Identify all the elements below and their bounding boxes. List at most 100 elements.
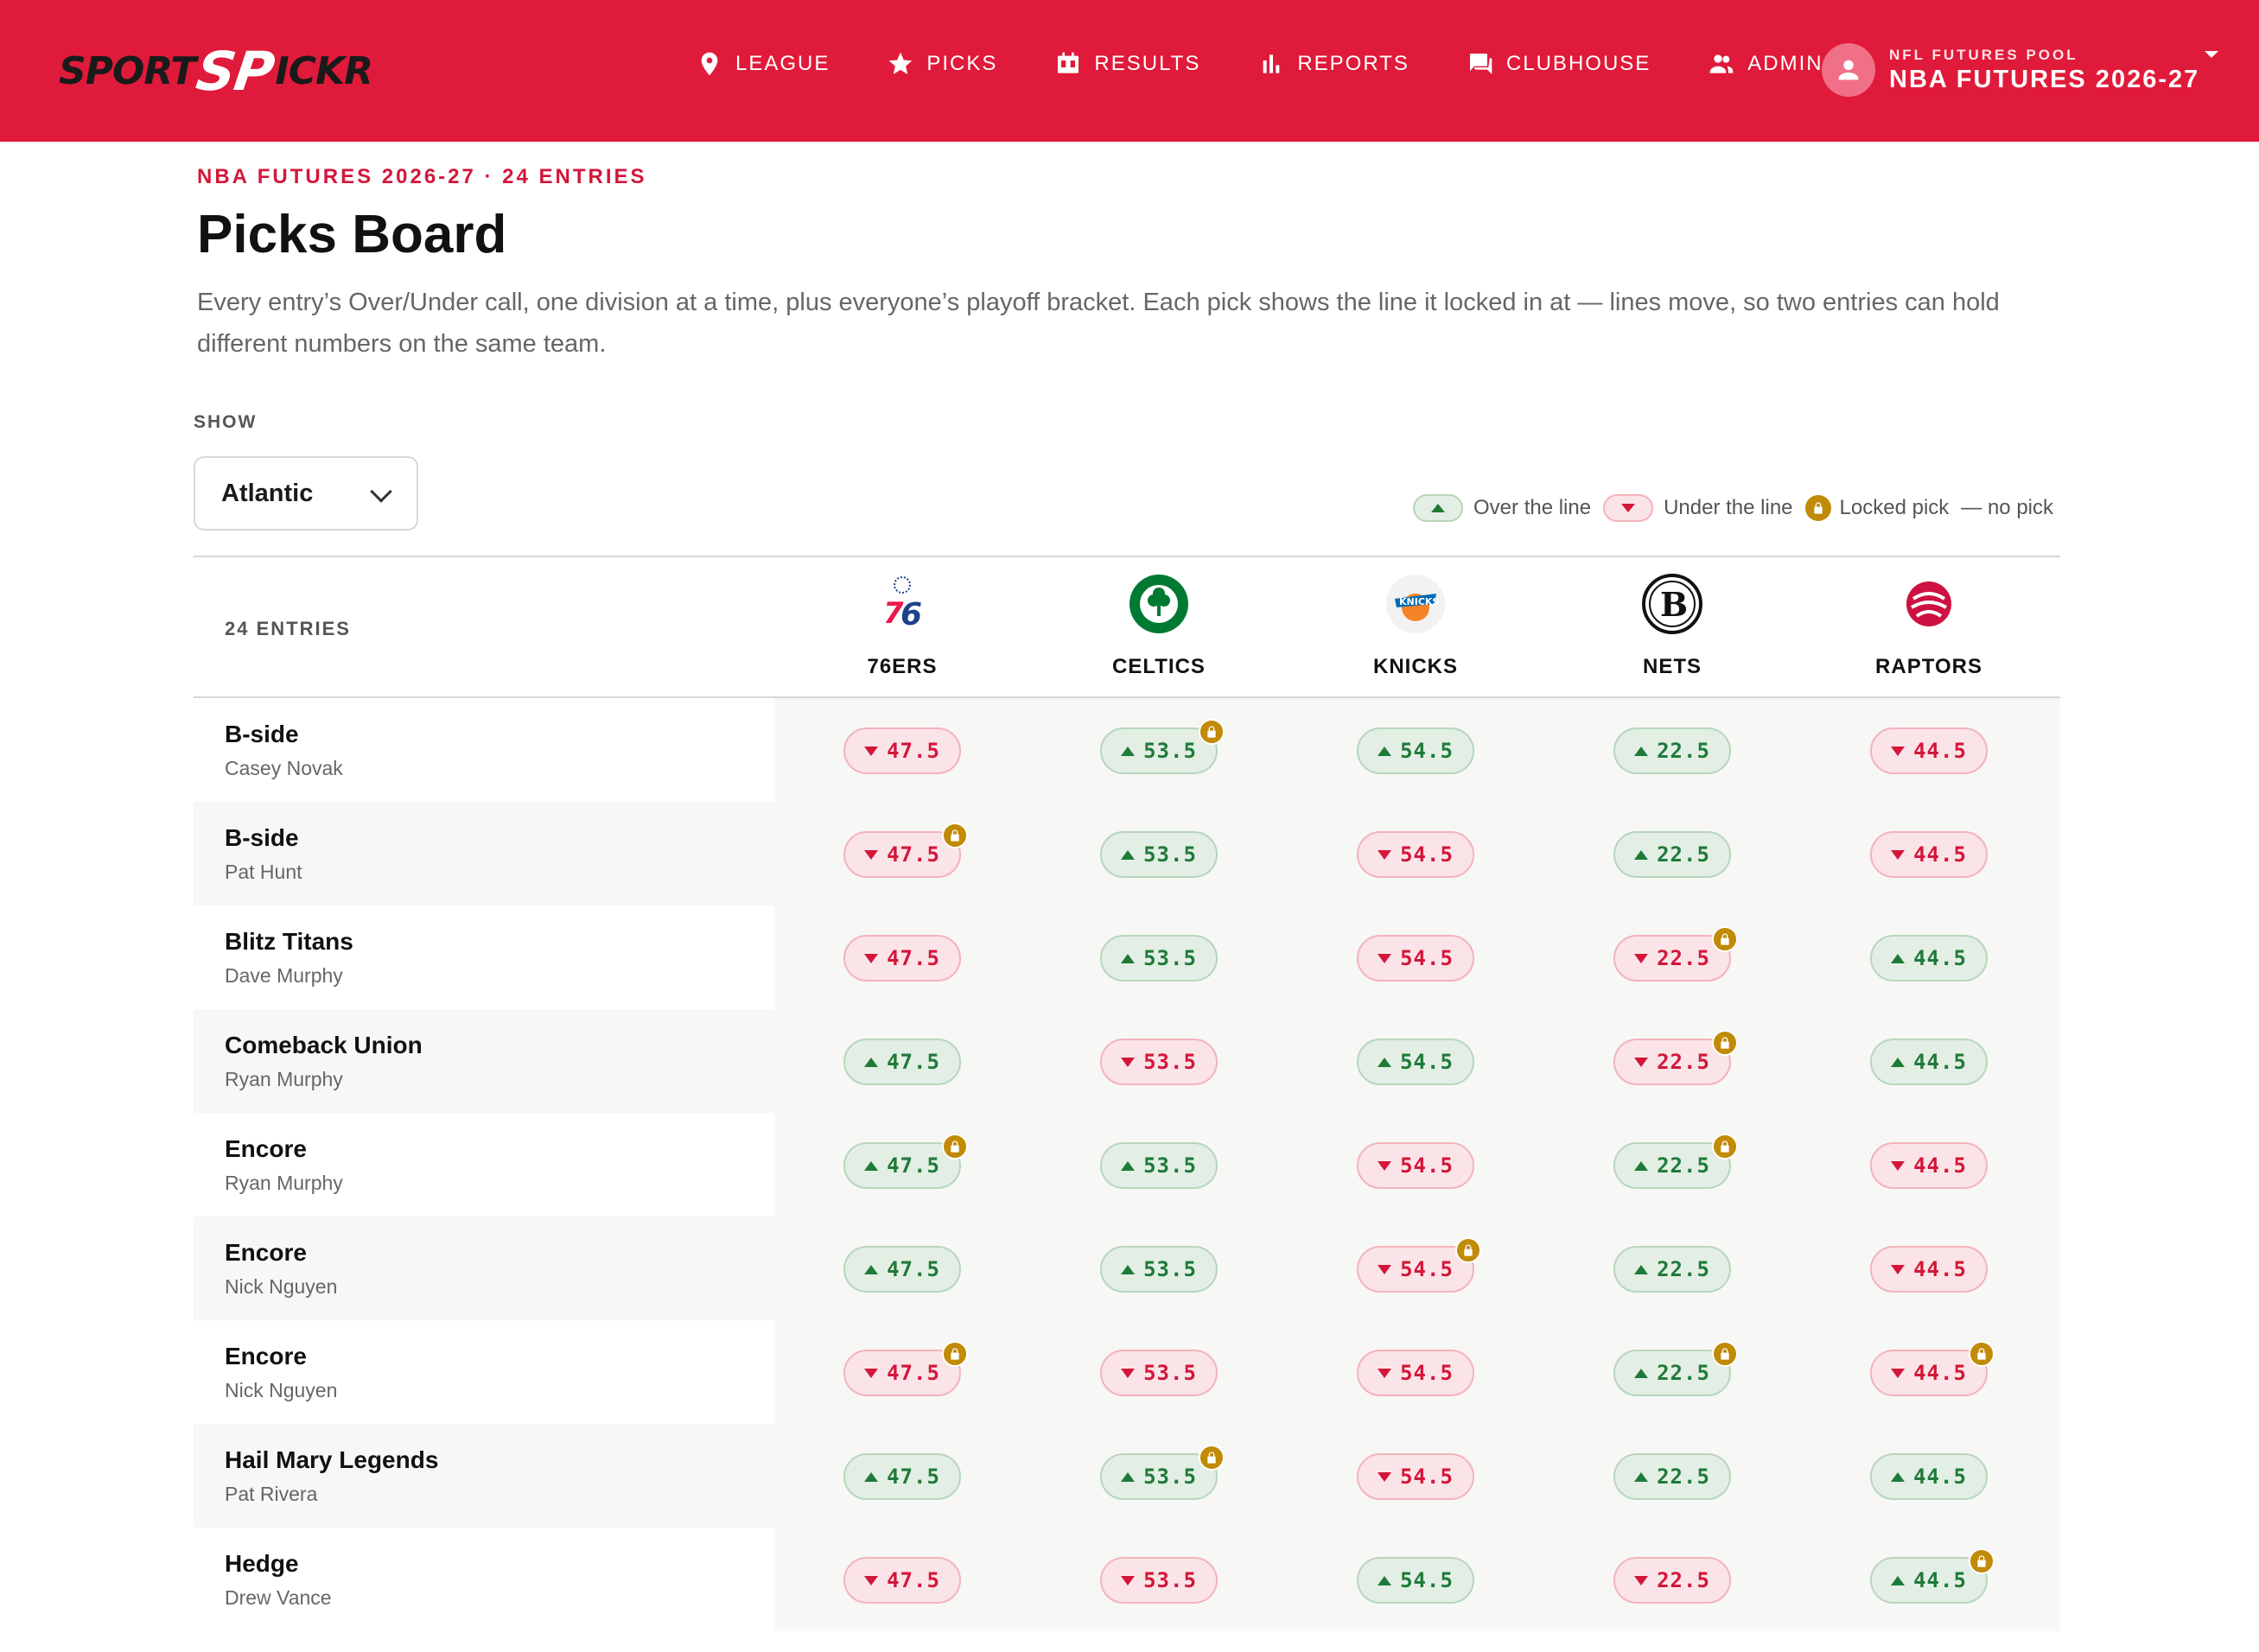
pick-line: 53.5 [1143,1465,1197,1489]
arrow-up-icon [1121,1264,1136,1274]
pick-celtics-under[interactable]: 53.5 [1100,1557,1218,1604]
pick-raptors-over[interactable]: 44.5 [1870,1548,1995,1604]
nav-clubhouse[interactable]: CLUBHOUSE [1467,50,1651,78]
pick-celtics-over[interactable]: 53.5 [1100,831,1218,878]
pick-nets-under[interactable]: 22.5 [1613,1557,1731,1604]
arrow-up-icon [1891,1575,1906,1585]
pick-celtics-under[interactable]: 53.5 [1100,1350,1218,1396]
pool-switcher[interactable]: NFL FUTURES POOL NBA FUTURES 2026-27 [1822,43,2219,97]
pick-line: 44.5 [1913,1568,1967,1592]
pick-76ers-under[interactable]: 47.5 [843,823,968,878]
pick-celtics-over[interactable]: 53.5 [1100,719,1225,774]
nav-reports-label: REPORTS [1297,52,1409,75]
pick-celtics-under[interactable]: 53.5 [1100,1039,1218,1085]
table-row[interactable]: Hail Mary Legends Pat Rivera 47.5 53.5 54.5 2… [194,1424,2060,1528]
arrow-up-icon [1378,746,1392,756]
pick-raptors-under[interactable]: 44.5 [1870,831,1988,878]
lock-icon [1712,1134,1738,1160]
pick-celtics-over[interactable]: 53.5 [1100,1445,1225,1500]
pick-celtics-over[interactable]: 53.5 [1100,1142,1218,1189]
pick-line: 22.5 [1657,842,1710,867]
pick-76ers-under[interactable]: 47.5 [843,728,961,774]
table-row[interactable]: Encore Ryan Murphy 47.5 53.5 54.5 22.5 44.5 [194,1113,2060,1217]
picks-table: 24 ENTRIES 7 6 76ERS CELTICS KNICKS KNIC… [194,556,2060,1631]
team-header-raptors[interactable]: RAPTORS [1801,573,2057,679]
sportspickr-logo[interactable]: SPORT SP ICKR [59,40,373,103]
pick-76ers-under[interactable]: 47.5 [843,1341,968,1396]
table-row[interactable]: Encore Nick Nguyen 47.5 53.5 54.5 22.5 44.5 [194,1217,2060,1320]
pick-knicks-under[interactable]: 54.5 [1357,1142,1474,1189]
pick-nets-over[interactable]: 22.5 [1613,831,1731,878]
table-row[interactable]: B-side Pat Hunt 47.5 53.5 54.5 22.5 44.5 [194,802,2060,905]
under-swatch [1603,494,1654,522]
arrow-up-icon [1121,1471,1136,1482]
pick-line: 54.5 [1400,1361,1454,1385]
pick-knicks-over[interactable]: 54.5 [1357,1557,1474,1604]
pick-raptors-under[interactable]: 44.5 [1870,728,1988,774]
pick-raptors-over[interactable]: 44.5 [1870,1453,1988,1500]
pick-raptors-under[interactable]: 44.5 [1870,1246,1988,1293]
entries-count: 24 ENTRIES [225,618,351,639]
arrow-down-icon [1891,1368,1906,1378]
pick-knicks-under[interactable]: 54.5 [1357,831,1474,878]
pick-nets-over[interactable]: 22.5 [1613,728,1731,774]
pick-raptors-over[interactable]: 44.5 [1870,1039,1988,1085]
knicks-logo-icon: KNICKS [1386,575,1445,633]
page-description: Every entry’s Over/Under call, one divis… [197,289,2000,358]
pick-nets-over[interactable]: 22.5 [1613,1134,1738,1189]
lock-icon [1199,1445,1225,1471]
pick-knicks-under[interactable]: 54.5 [1357,1350,1474,1396]
pick-76ers-over[interactable]: 47.5 [843,1453,961,1500]
arrow-up-icon [864,1160,879,1171]
arrow-down-icon [1378,1368,1392,1378]
pick-line: 44.5 [1913,1361,1967,1385]
arrow-up-icon [864,1471,879,1482]
team-header-76ers[interactable]: 7 6 76ERS [774,573,1030,679]
table-row[interactable]: Hedge Drew Vance 47.5 53.5 54.5 22.5 44.5 [194,1528,2060,1631]
table-row[interactable]: Comeback Union Ryan Murphy 47.5 53.5 54.5 22.… [194,1009,2060,1113]
arrow-up-icon [1121,953,1136,963]
pick-line: 22.5 [1657,1361,1710,1385]
pick-nets-over[interactable]: 22.5 [1613,1341,1738,1396]
pick-76ers-under[interactable]: 47.5 [843,1557,961,1604]
pick-celtics-over[interactable]: 53.5 [1100,935,1218,982]
legend: Over the line Under the line Locked pick… [1413,494,2060,522]
pick-76ers-over[interactable]: 47.5 [843,1246,961,1293]
arrow-down-icon [1378,953,1392,963]
table-row[interactable]: B-side Casey Novak 47.5 53.5 54.5 22.5 44.5 [194,698,2060,802]
pick-nets-over[interactable]: 22.5 [1613,1246,1731,1293]
pick-raptors-over[interactable]: 44.5 [1870,935,1988,982]
pick-knicks-under[interactable]: 54.5 [1357,935,1474,982]
nav-reports[interactable]: REPORTS [1257,50,1409,78]
arrow-down-icon [864,849,879,860]
pick-knicks-under[interactable]: 54.5 [1357,1453,1474,1500]
table-row[interactable]: Encore Nick Nguyen 47.5 53.5 54.5 22.5 44.5 [194,1320,2060,1424]
pick-76ers-over[interactable]: 47.5 [843,1134,968,1189]
nav-admin[interactable]: ADMIN [1708,50,1823,78]
team-header-knicks[interactable]: KNICKS KNICKS [1288,573,1543,679]
picks-cells: 47.5 53.5 54.5 22.5 44.5 [774,1528,2060,1631]
pick-nets-under[interactable]: 22.5 [1613,926,1738,982]
pick-knicks-over[interactable]: 54.5 [1357,1039,1474,1085]
pick-raptors-under[interactable]: 44.5 [1870,1341,1995,1396]
table-row[interactable]: Blitz Titans Dave Murphy 47.5 53.5 54.5 22.5 4… [194,905,2060,1009]
arrow-down-icon [1378,1264,1392,1274]
pick-knicks-under[interactable]: 54.5 [1357,1237,1481,1293]
division-select[interactable]: Atlantic [194,456,418,531]
pool-name: NBA FUTURES 2026-27 [1889,65,2200,93]
pick-nets-under[interactable]: 22.5 [1613,1030,1738,1085]
pick-knicks-over[interactable]: 54.5 [1357,728,1474,774]
pick-line: 54.5 [1400,1465,1454,1489]
pick-line: 44.5 [1913,1153,1967,1178]
nav-picks[interactable]: PICKS [887,50,997,78]
pick-76ers-under[interactable]: 47.5 [843,935,961,982]
chat-icon [1469,54,1492,74]
team-header-celtics[interactable]: CELTICS [1031,573,1287,679]
nav-league[interactable]: LEAGUE [696,50,830,78]
nav-results[interactable]: RESULTS [1054,50,1200,78]
pick-raptors-under[interactable]: 44.5 [1870,1142,1988,1189]
pick-76ers-over[interactable]: 47.5 [843,1039,961,1085]
pick-nets-over[interactable]: 22.5 [1613,1453,1731,1500]
pick-celtics-over[interactable]: 53.5 [1100,1246,1218,1293]
team-header-nets[interactable]: B NETS [1544,573,1800,679]
